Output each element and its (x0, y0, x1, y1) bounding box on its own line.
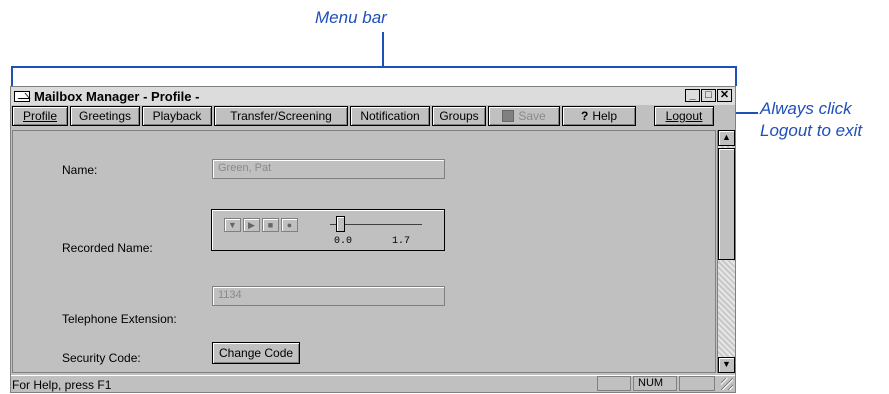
scrollbar-thumb[interactable] (718, 148, 735, 260)
scroll-down-arrow-icon[interactable]: ▼ (718, 357, 735, 373)
mailbox-manager-window: Mailbox Manager - Profile - _ □ ✕ Profil… (10, 86, 736, 393)
tab-greetings[interactable]: Greetings (70, 106, 140, 126)
telephone-extension-label: Telephone Extension: (62, 312, 177, 326)
minimize-button[interactable]: _ (685, 89, 700, 102)
save-button-label: Save (518, 109, 546, 123)
play-button[interactable]: ▶ (243, 218, 260, 232)
tab-transfer-screening-label: Transfer/Screening (230, 109, 332, 123)
logout-button[interactable]: Logout (654, 106, 714, 126)
tab-profile[interactable]: Profile (12, 106, 68, 126)
recorded-name-label: Recorded Name: (62, 241, 153, 255)
tab-groups-label: Groups (439, 109, 479, 123)
title-bar: Mailbox Manager - Profile - _ □ ✕ (11, 87, 735, 105)
menu-bar-bracket-top (11, 66, 737, 68)
status-panel-empty (597, 376, 631, 391)
mailbox-app-icon (14, 90, 30, 102)
help-button[interactable]: ? Help (562, 106, 636, 126)
help-question-icon: ? (580, 109, 589, 123)
scroll-up-arrow-icon[interactable]: ▲ (718, 130, 735, 146)
logout-callout-line2: Logout to exit (760, 121, 863, 140)
stop-button[interactable]: ■ (262, 218, 279, 232)
playback-slider-thumb[interactable] (336, 216, 345, 232)
menu-bar-callout-line (382, 32, 384, 67)
help-button-label: Help (592, 109, 618, 123)
tab-notification[interactable]: Notification (350, 106, 430, 126)
save-button[interactable]: Save (488, 106, 560, 126)
record-button[interactable]: ● (281, 218, 298, 232)
vertical-scrollbar[interactable]: ▲ ▼ (717, 130, 735, 373)
tab-playback[interactable]: Playback (142, 106, 212, 126)
menu-bar: Profile Greetings Playback Transfer/Scre… (11, 106, 735, 128)
rewind-button[interactable]: ▼ (224, 218, 241, 232)
tab-greetings-label: Greetings (78, 109, 132, 123)
maximize-button[interactable]: □ (701, 89, 716, 102)
menu-bar-callout: Menu bar (315, 8, 387, 27)
status-help-text: For Help, press F1 (12, 378, 112, 392)
logout-callout-line (736, 112, 758, 114)
window-title: Mailbox Manager - Profile - (34, 88, 200, 104)
save-disk-icon (502, 110, 515, 122)
change-code-button[interactable]: Change Code (212, 342, 301, 364)
tab-groups[interactable]: Groups (432, 106, 486, 126)
name-field[interactable]: Green, Pat (212, 159, 445, 179)
menu-bar-bracket-left (11, 66, 13, 86)
resize-grip-icon[interactable] (721, 378, 733, 390)
telephone-extension-field[interactable]: 1134 (212, 286, 445, 306)
name-label: Name: (62, 163, 98, 177)
profile-content: Name: Green, Pat Recorded Name: ▼ ▶ ■ ● … (12, 130, 716, 373)
logout-button-label: Logout (665, 109, 703, 123)
recorded-name-player: ▼ ▶ ■ ● 0.0 1.7 (211, 209, 445, 251)
player-end-time: 1.7 (392, 236, 411, 247)
player-start-time: 0.0 (334, 236, 353, 247)
status-panel-empty-2 (679, 376, 715, 391)
tab-notification-label: Notification (360, 109, 420, 123)
tab-transfer-screening[interactable]: Transfer/Screening (214, 106, 348, 126)
logout-callout-line1: Always click (760, 99, 852, 118)
menu-bar-bracket-right (735, 66, 737, 86)
tab-playback-label: Playback (152, 109, 202, 123)
num-lock-indicator: NUM (633, 376, 677, 391)
security-code-label: Security Code: (62, 351, 141, 365)
tab-profile-label: Profile (22, 109, 57, 123)
close-button[interactable]: ✕ (717, 89, 732, 102)
